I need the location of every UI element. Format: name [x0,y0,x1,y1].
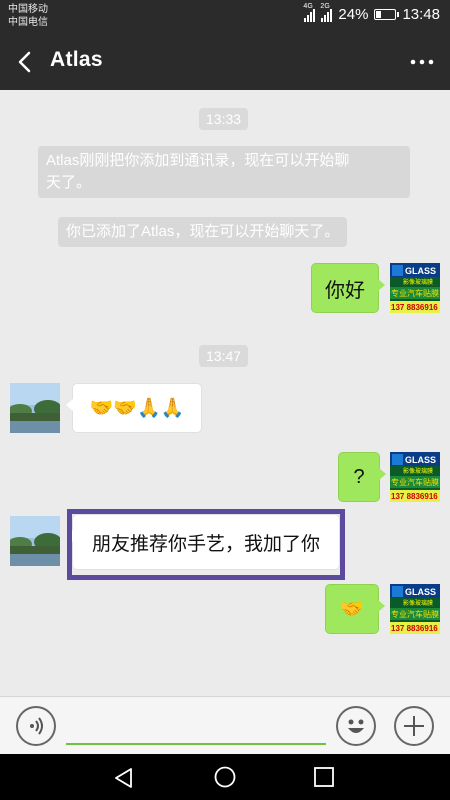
system-message-1: Atlas刚刚把你添加到通讯录，现在可以开始聊 天了。 [38,146,410,198]
system-nav-bar [0,754,450,800]
status-indicators: 4G 2G 24% 13:48 [303,3,440,24]
self-avatar-line3: 专业汽车贴膜 [391,288,439,298]
chevron-left-icon[interactable] [12,48,40,76]
chat-area[interactable]: 13:33 Atlas刚刚把你添加到通讯录，现在可以开始聊 天了。 你已添加了A… [0,90,450,696]
self-avatar-line1: GLASS [405,266,436,276]
avatar-self[interactable]: GLASS 影像玻璃膜 专业汽车贴膜 137 8836916 [390,263,440,313]
clock: 13:48 [402,6,440,23]
self-avatar-image-2: GLASS 影像玻璃膜 专业汽车贴膜 137 8836916 [390,452,440,502]
message-in-1[interactable]: 🤝🤝🙏🙏 [66,383,202,433]
self-avatar-line4: 137 8836916 [391,303,438,312]
self-avatar-3-line4: 137 8836916 [391,624,438,633]
message-input[interactable] [66,709,326,745]
nav-back-icon[interactable] [112,766,136,790]
carrier-2: 中国电信 [8,17,48,28]
avatar-self-2[interactable]: GLASS 影像玻璃膜 专业汽车贴膜 137 8836916 [390,452,440,502]
message-out-2-text: ? [353,465,365,488]
nav-recent-apps-icon[interactable] [313,766,335,788]
self-avatar-2-line2: 影像玻璃膜 [403,467,433,475]
self-avatar-line2: 影像玻璃膜 [403,278,433,286]
net-type-2: 2G [320,2,330,10]
handshake-emoji-icon: 🤝🤝🙏🙏 [89,398,185,419]
self-avatar-3-line1: GLASS [405,587,436,597]
system-message-1-line2: 天了。 [46,174,92,191]
emoji-icon[interactable] [336,706,376,746]
avatar-self-3[interactable]: GLASS 影像玻璃膜 专业汽车贴膜 137 8836916 [390,584,440,634]
avatar-contact[interactable] [10,383,60,433]
nav-home-icon[interactable] [213,765,237,789]
avatar-contact-2[interactable] [10,516,60,566]
plus-icon[interactable] [394,706,434,746]
self-avatar-3-line2: 影像玻璃膜 [403,599,433,607]
timestamp-1: 13:33 [199,108,249,130]
self-avatar-2-line3: 专业汽车贴膜 [391,477,439,487]
system-message-2: 你已添加了Atlas，现在可以开始聊天了。 [58,217,348,247]
signal-4g-icon: 4G [303,3,316,22]
self-avatar-2-line1: GLASS [405,455,436,465]
carrier-info: 中国移动 中国电信 [8,3,48,29]
voice-icon[interactable] [16,706,56,746]
self-avatar-2-line4: 137 8836916 [391,492,438,501]
timestamp-2: 13:47 [199,345,249,367]
handshake-emoji-out-icon: 🤝 [340,599,364,620]
self-avatar-3-line3: 专业汽车贴膜 [391,609,439,619]
contact-avatar-image-2 [10,516,60,566]
more-dots-icon[interactable] [408,48,436,76]
chat-header: Atlas [0,34,450,90]
highlight-frame [67,509,345,580]
message-out-3[interactable]: 🤝 [325,584,385,634]
signal-2g-icon: 2G [320,3,333,22]
message-out-1[interactable]: 你好 [311,263,385,313]
carrier-1: 中国移动 [8,4,48,15]
self-avatar-image: GLASS 影像玻璃膜 专业汽车贴膜 137 8836916 [390,263,440,313]
message-out-2[interactable]: ? [338,452,386,502]
message-out-1-text: 你好 [325,279,365,302]
battery-percent: 24% [338,6,369,23]
contact-avatar-image [10,383,60,433]
status-bar: 中国移动 中国电信 4G 2G 24% 13:48 [0,0,450,34]
chat-title: Atlas [50,48,103,71]
input-bar [0,696,450,754]
self-avatar-image-3: GLASS 影像玻璃膜 专业汽车贴膜 137 8836916 [390,584,440,634]
system-message-1-line1: Atlas刚刚把你添加到通讯录，现在可以开始聊 [46,152,350,169]
net-type-1: 4G [303,2,313,10]
battery-icon [374,9,400,20]
